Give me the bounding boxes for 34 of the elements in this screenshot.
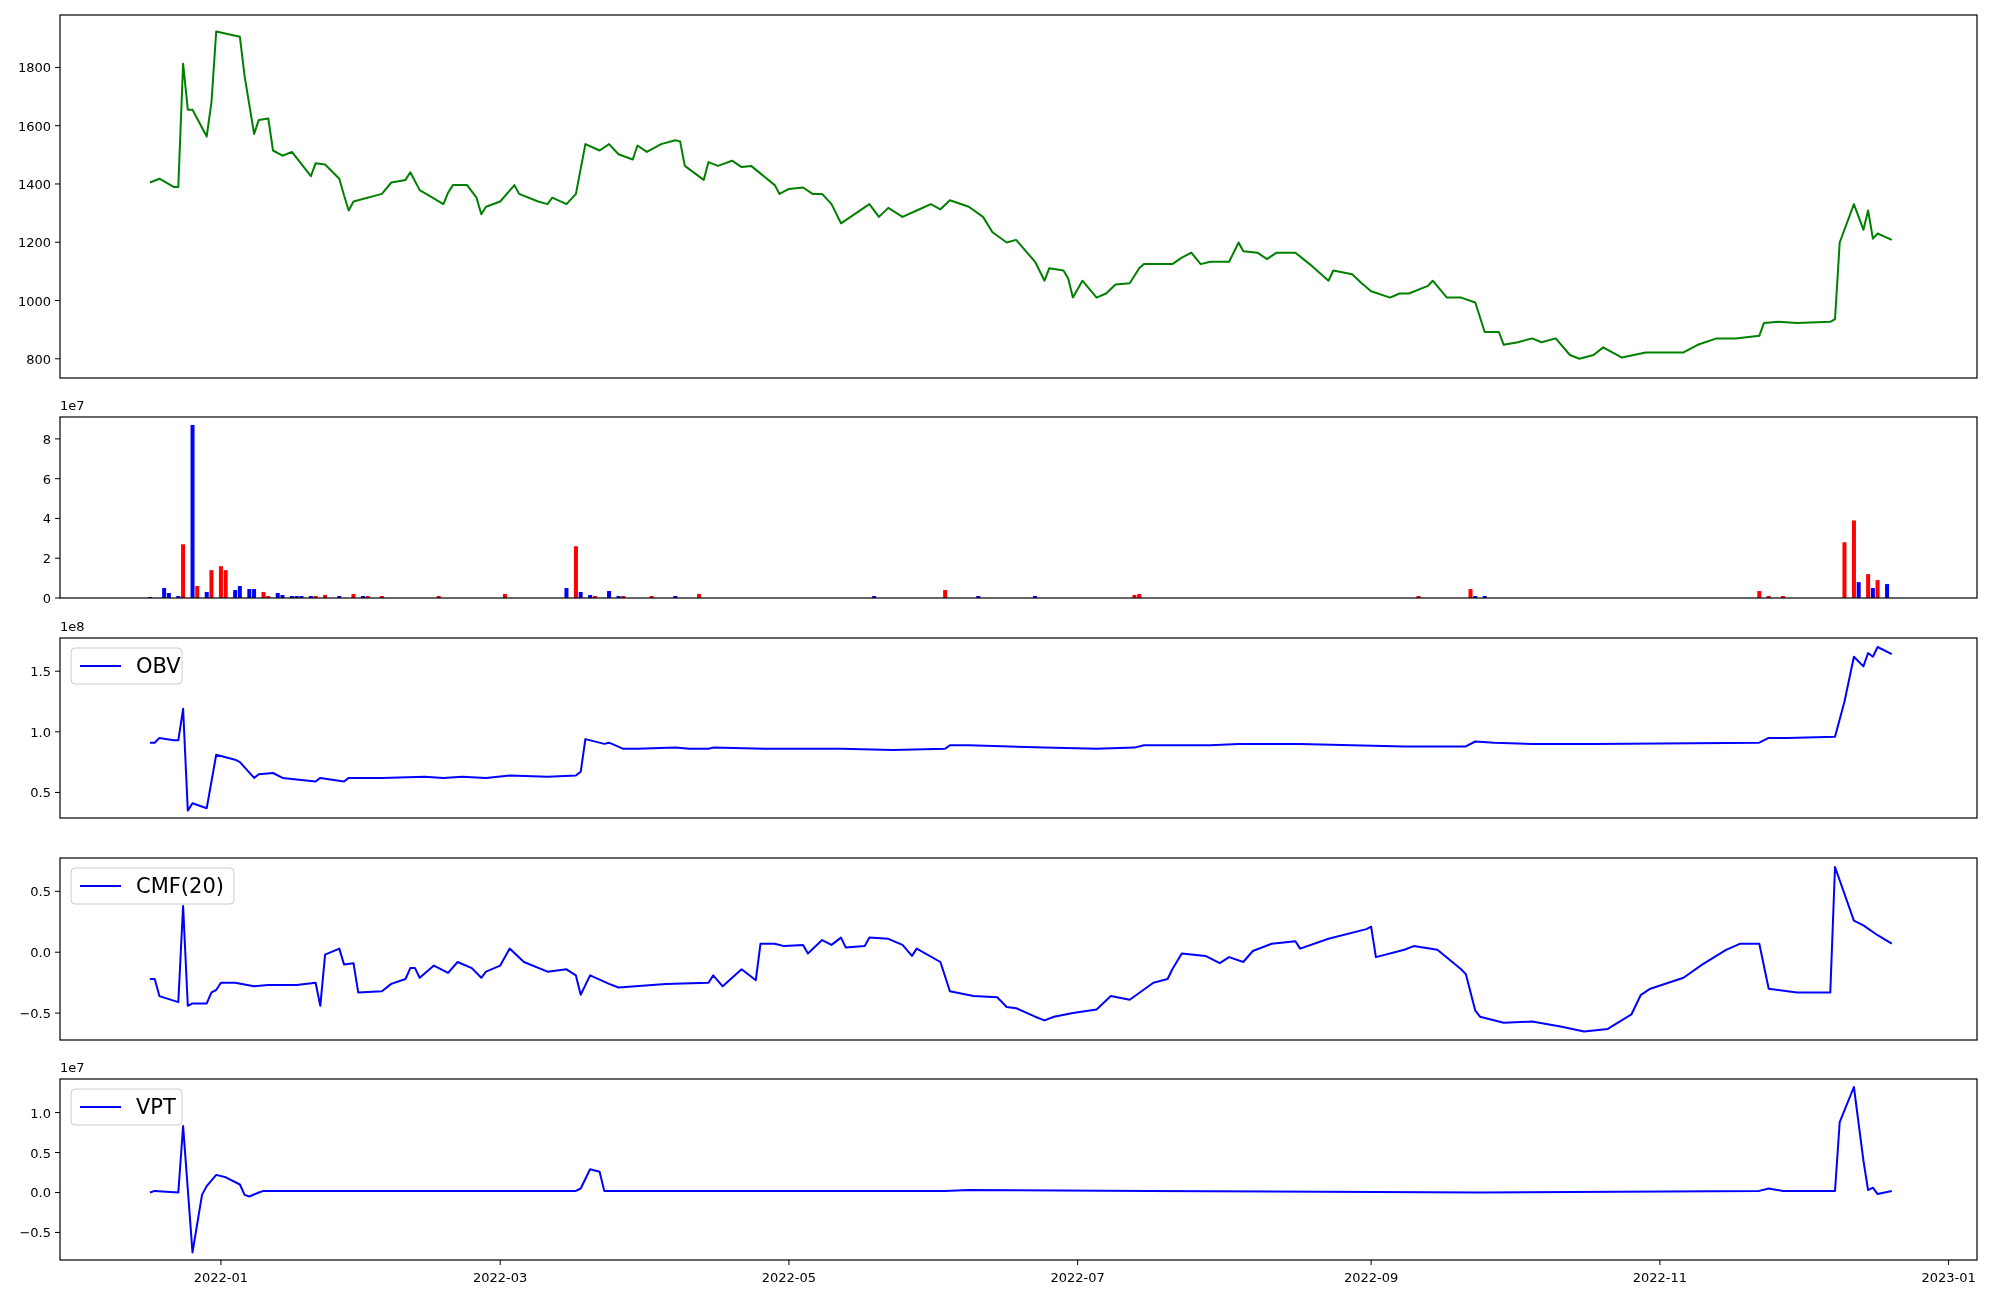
- x-tick-label: 2022-01: [193, 1270, 249, 1285]
- y-tick-label: 0.5: [30, 884, 51, 900]
- axis-offset-label: 1e7: [60, 398, 85, 413]
- x-tick-label: 2022-11: [1632, 1270, 1688, 1285]
- y-tick-label: 1000: [17, 293, 51, 309]
- y-tick-label: 0.0: [30, 1185, 51, 1201]
- y-tick-label: 4: [42, 511, 51, 527]
- y-tick-label: 0.5: [30, 1145, 51, 1161]
- axis-offset-label: 1e7: [60, 1060, 85, 1075]
- y-tick-label: −0.5: [19, 1225, 51, 1241]
- y-tick-label: 8: [42, 431, 51, 447]
- y-tick-label: 1800: [17, 60, 51, 76]
- legend-label: OBV: [136, 654, 181, 678]
- y-tick-label: 0.5: [30, 785, 51, 801]
- y-tick-label: 0.0: [30, 945, 51, 961]
- x-tick-label: 2022-03: [473, 1270, 528, 1285]
- x-tick-label: 2022-09: [1343, 1270, 1399, 1285]
- legend-label: VPT: [136, 1095, 176, 1119]
- y-tick-label: 1600: [17, 118, 51, 134]
- axis-offset-label: 1e8: [60, 619, 85, 634]
- x-tick-label: 2022-07: [1050, 1270, 1105, 1285]
- legend-label: CMF(20): [136, 874, 224, 898]
- y-tick-label: 2: [42, 551, 51, 567]
- y-tick-label: 6: [42, 471, 51, 487]
- x-tick-label: 2022-05: [761, 1270, 817, 1285]
- y-tick-label: 0: [42, 591, 51, 606]
- x-tick-label: 2023-01: [1921, 1270, 1976, 1285]
- y-tick-label: 1400: [17, 176, 51, 192]
- y-tick-label: 1.0: [30, 1105, 51, 1121]
- y-tick-label: 800: [26, 351, 51, 367]
- y-tick-label: 1.5: [30, 664, 51, 680]
- y-tick-label: 1200: [17, 235, 51, 251]
- y-tick-label: −0.5: [19, 1006, 51, 1022]
- y-tick-label: 1.0: [30, 724, 51, 740]
